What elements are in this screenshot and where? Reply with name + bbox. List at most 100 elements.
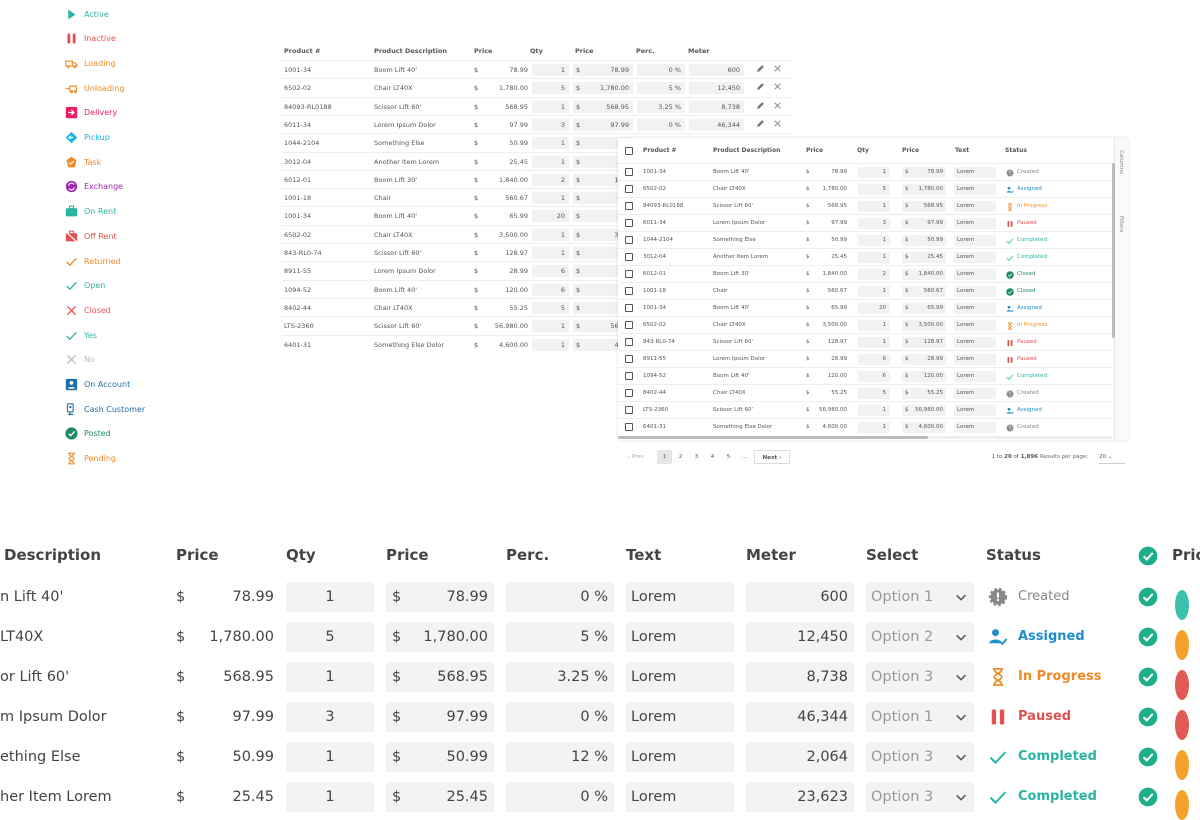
column-header[interactable]: Meter <box>746 546 796 564</box>
pencil-icon[interactable] <box>756 101 766 113</box>
percent-input[interactable]: 0 % <box>506 582 614 612</box>
column-header[interactable]: Qty <box>530 42 543 60</box>
qty-input[interactable]: 1 <box>858 235 890 246</box>
page-button[interactable]: ... <box>737 450 752 464</box>
prev-page-button[interactable]: ‹ Prev <box>622 450 650 464</box>
column-header[interactable]: Status <box>1005 144 1027 158</box>
qty-input[interactable]: 1 <box>858 167 890 178</box>
text-input[interactable]: Lorem <box>954 252 996 263</box>
qty-input[interactable]: 2 <box>858 269 890 280</box>
pencil-icon[interactable] <box>756 82 766 94</box>
column-header[interactable]: Product # <box>643 144 677 158</box>
qty-input[interactable]: 20 <box>532 210 569 223</box>
close-icon[interactable] <box>773 119 783 131</box>
price-input[interactable]: $97.99 <box>902 218 946 229</box>
text-input[interactable]: Lorem <box>954 235 996 246</box>
meter-input[interactable]: 46,344 <box>689 118 744 131</box>
next-page-button[interactable]: Next › <box>754 450 790 464</box>
price-input[interactable]: $97.99 <box>573 118 633 131</box>
page-button[interactable]: 2 <box>673 450 688 464</box>
text-input[interactable]: Lorem <box>626 662 734 692</box>
qty-input[interactable]: 1 <box>286 742 374 772</box>
percent-input[interactable]: 5 % <box>506 622 614 652</box>
column-header[interactable]: Price <box>806 144 823 158</box>
row-checkbox[interactable] <box>625 253 633 261</box>
pencil-icon[interactable] <box>756 64 766 76</box>
check-circle-icon[interactable] <box>1138 587 1158 607</box>
text-input[interactable]: Lorem <box>954 218 996 229</box>
option-select[interactable]: Option 1 <box>866 582 974 612</box>
percent-input[interactable]: 0 % <box>506 782 614 812</box>
price-input[interactable]: $55.25 <box>902 388 946 399</box>
text-input[interactable]: Lorem <box>954 422 996 433</box>
page-button[interactable]: 3 <box>689 450 704 464</box>
text-input[interactable]: Lorem <box>954 354 996 365</box>
qty-input[interactable]: 1 <box>532 100 569 113</box>
text-input[interactable]: Lorem <box>626 742 734 772</box>
percent-input[interactable]: 12 % <box>506 742 614 772</box>
qty-input[interactable]: 2 <box>532 173 569 186</box>
meter-input[interactable]: 8,738 <box>746 662 854 692</box>
per-page-select[interactable]: 20 ⌄ <box>1099 450 1125 464</box>
price-input[interactable]: $97.99 <box>386 702 494 732</box>
check-circle-icon[interactable] <box>1138 546 1158 566</box>
qty-input[interactable]: 1 <box>858 320 890 331</box>
price-input[interactable]: $50.99 <box>386 742 494 772</box>
horizontal-scroll-thumb[interactable] <box>618 436 928 439</box>
qty-input[interactable]: 6 <box>532 283 569 296</box>
row-checkbox[interactable] <box>625 338 633 346</box>
column-header[interactable]: Qty <box>286 546 316 564</box>
column-header[interactable]: Price <box>386 546 429 564</box>
price-input[interactable]: $568.95 <box>902 201 946 212</box>
qty-input[interactable]: 1 <box>286 662 374 692</box>
percent-input[interactable]: 0 % <box>637 64 685 76</box>
price-input[interactable]: $25.45 <box>386 782 494 812</box>
column-header[interactable]: Text <box>626 546 661 564</box>
row-checkbox[interactable] <box>625 423 633 431</box>
column-header[interactable]: Text <box>955 144 969 158</box>
meter-input[interactable]: 12,450 <box>689 82 744 95</box>
qty-input[interactable]: 1 <box>532 137 569 150</box>
text-input[interactable]: Lorem <box>954 184 996 195</box>
columns-panel-toggle[interactable]: Columns <box>1118 150 1124 174</box>
qty-input[interactable]: 6 <box>858 354 890 365</box>
option-select[interactable]: Option 2 <box>866 622 974 652</box>
price-input[interactable]: $1,780.00 <box>902 184 946 195</box>
price-input[interactable]: $4,600.00 <box>902 422 946 433</box>
row-checkbox[interactable] <box>625 270 633 278</box>
percent-input[interactable]: 0 % <box>506 702 614 732</box>
column-header[interactable]: Meter <box>688 42 710 60</box>
column-header[interactable]: Status <box>986 546 1041 564</box>
price-input[interactable]: $28.99 <box>902 354 946 365</box>
price-input[interactable]: $78.99 <box>386 582 494 612</box>
column-header[interactable]: Price <box>902 144 919 158</box>
text-input[interactable]: Lorem <box>954 371 996 382</box>
text-input[interactable]: Lorem <box>954 167 996 178</box>
qty-input[interactable]: 20 <box>858 303 890 314</box>
row-checkbox[interactable] <box>625 406 633 414</box>
text-input[interactable]: Lorem <box>954 405 996 416</box>
qty-input[interactable]: 1 <box>532 64 569 76</box>
check-circle-icon[interactable] <box>1138 667 1158 687</box>
check-circle-icon[interactable] <box>1138 707 1158 727</box>
column-header[interactable]: Product # <box>284 42 320 60</box>
price-input[interactable]: $128.97 <box>902 337 946 348</box>
meter-input[interactable]: 46,344 <box>746 702 854 732</box>
qty-input[interactable]: 3 <box>286 702 374 732</box>
price-input[interactable]: $65.99 <box>902 303 946 314</box>
qty-input[interactable]: 5 <box>532 301 569 314</box>
option-select[interactable]: Option 3 <box>866 782 974 812</box>
price-input[interactable]: $568.95 <box>386 662 494 692</box>
text-input[interactable]: Lorem <box>626 622 734 652</box>
close-icon[interactable] <box>773 82 783 94</box>
column-header[interactable]: Product Description <box>374 42 447 60</box>
row-checkbox[interactable] <box>625 304 633 312</box>
text-input[interactable]: Lorem <box>626 782 734 812</box>
qty-input[interactable]: 1 <box>286 582 374 612</box>
column-header[interactable]: Prio <box>1172 546 1200 564</box>
column-header[interactable]: Select <box>866 546 918 564</box>
page-button[interactable]: 4 <box>705 450 720 464</box>
price-input[interactable]: $120.00 <box>902 371 946 382</box>
qty-input[interactable]: 1 <box>858 201 890 212</box>
qty-input[interactable]: 1 <box>532 247 569 259</box>
